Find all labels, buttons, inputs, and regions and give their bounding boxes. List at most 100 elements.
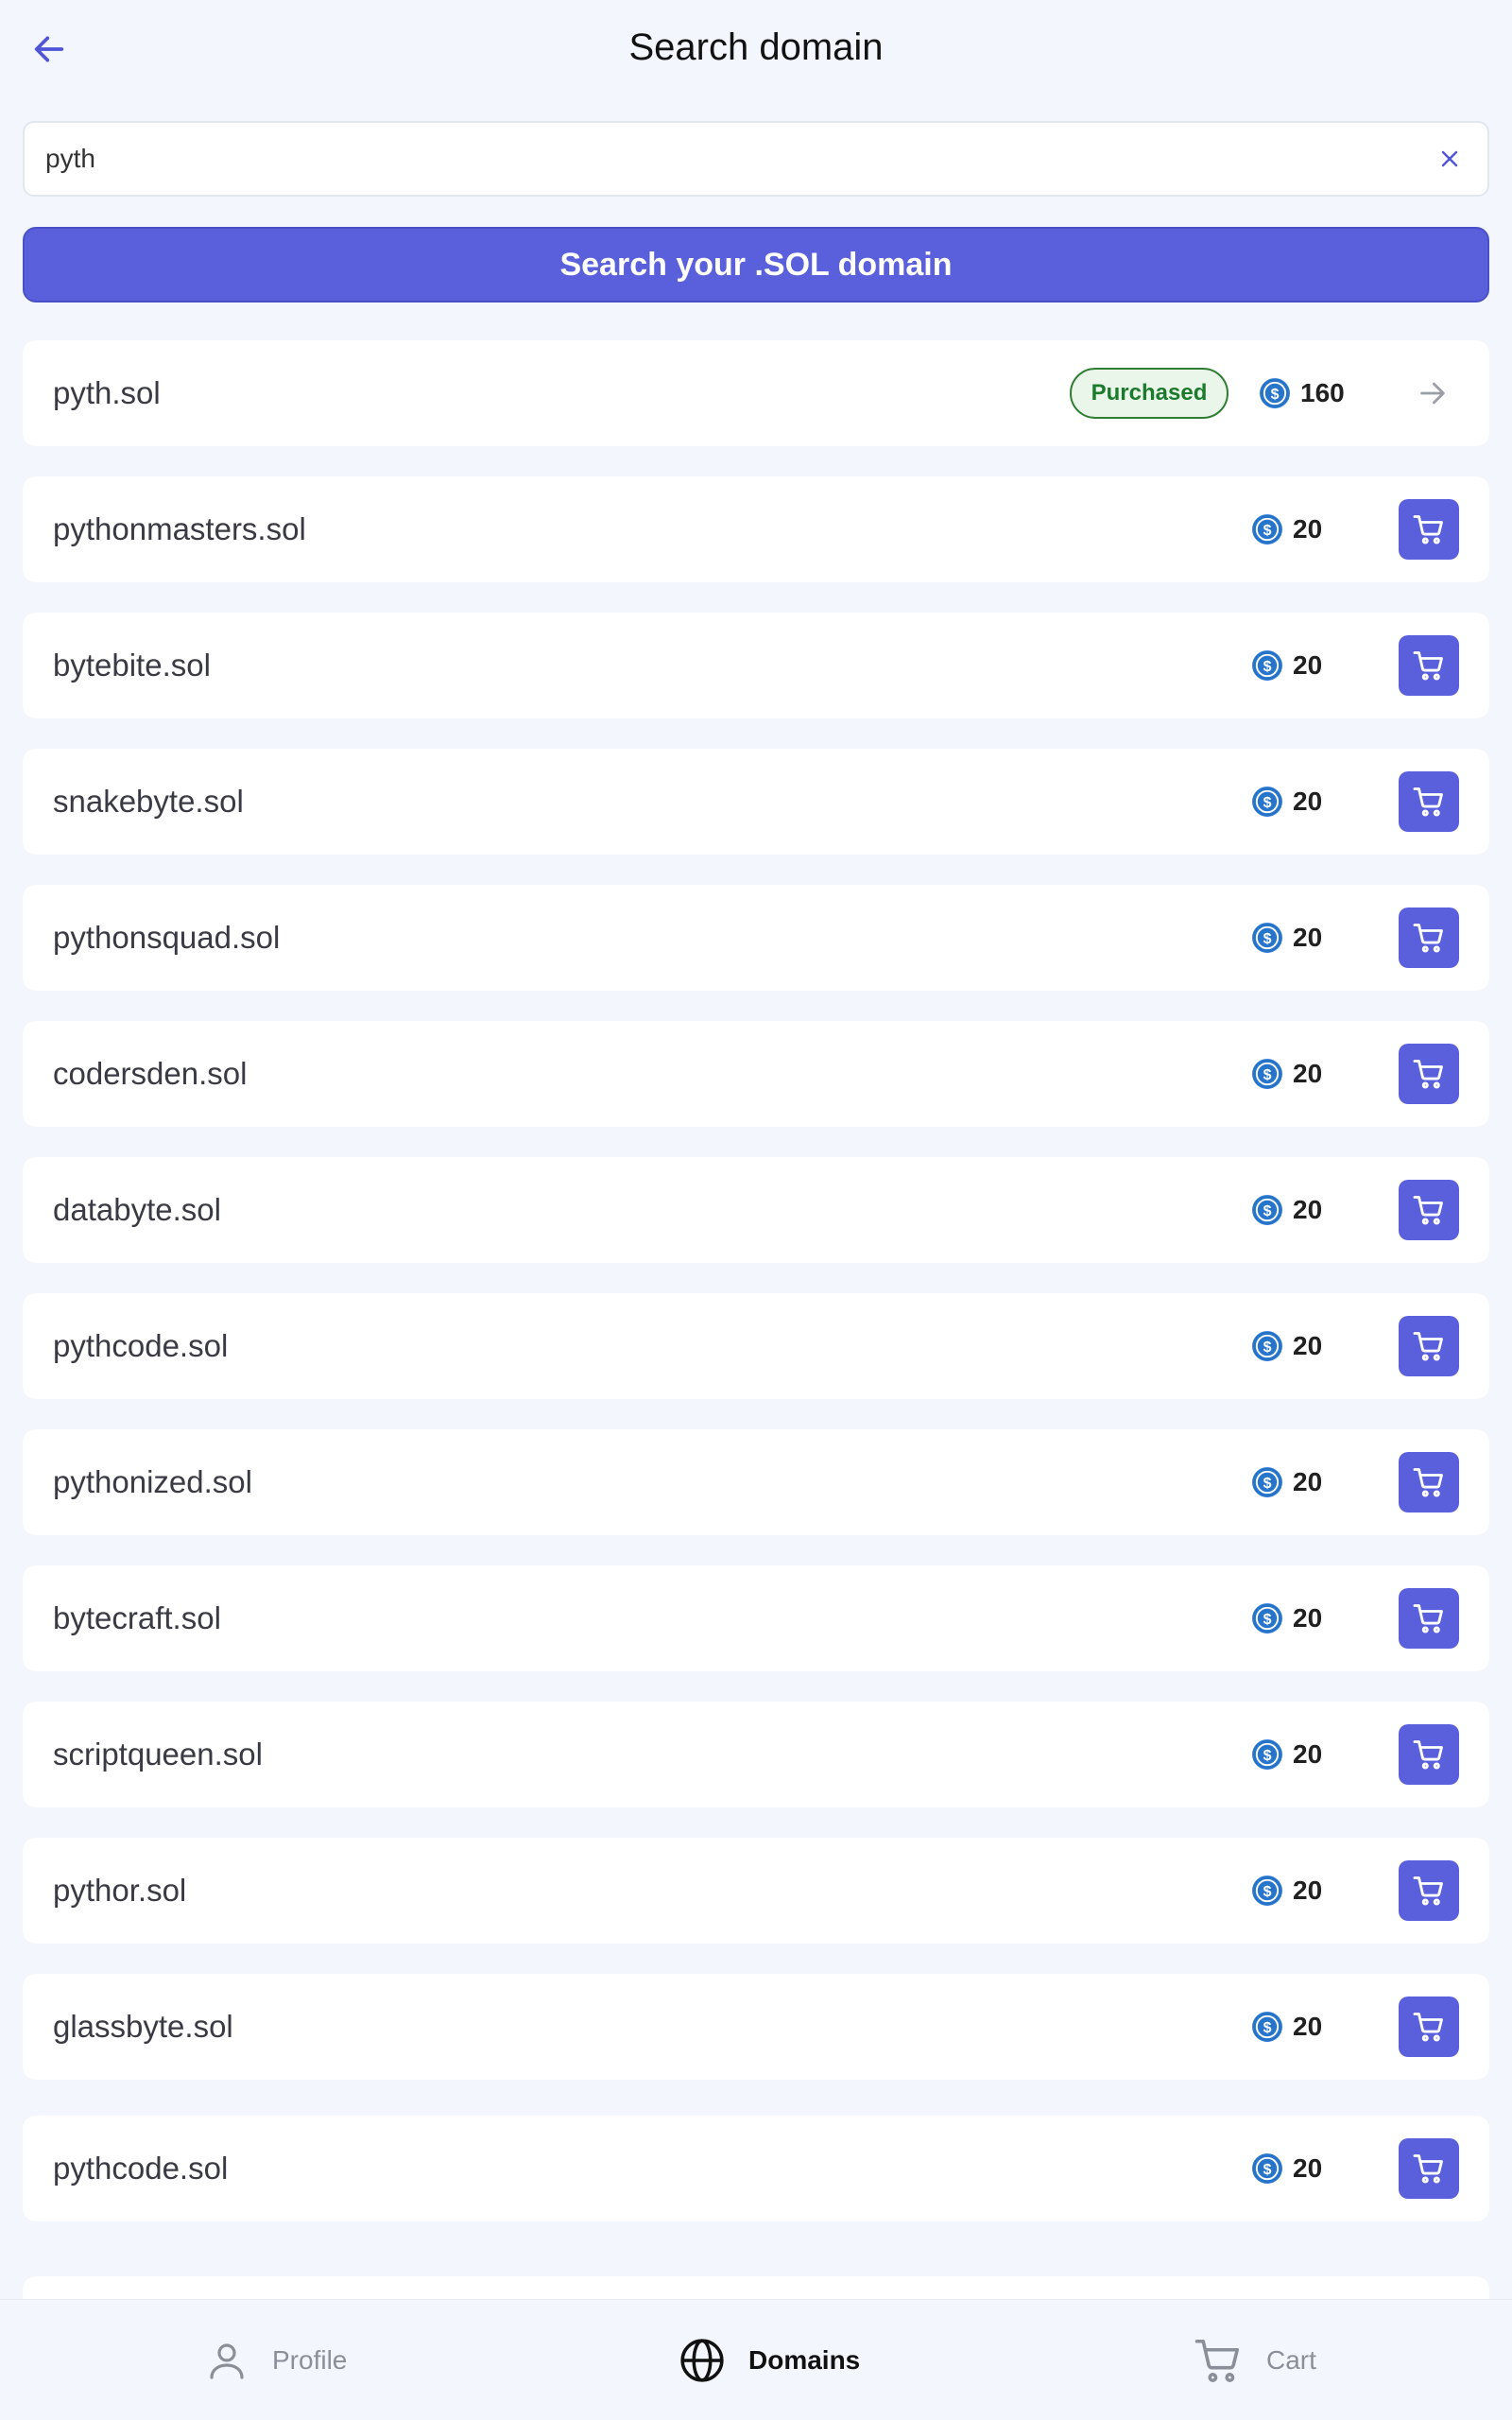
domain-name: pythcode.sol xyxy=(53,2151,229,2186)
usdc-coin-icon: $ xyxy=(1252,650,1282,681)
svg-text:$: $ xyxy=(1263,795,1272,811)
price-value: 20 xyxy=(1293,1059,1323,1088)
nav-cart-label: Cart xyxy=(1266,2345,1316,2375)
price-value: 20 xyxy=(1293,650,1323,680)
svg-text:$: $ xyxy=(1263,2020,1272,2036)
price-value: 20 xyxy=(1293,1467,1323,1496)
usdc-coin-icon: $ xyxy=(1252,514,1282,544)
add-to-cart-button[interactable] xyxy=(1399,1860,1459,1921)
open-domain-button[interactable] xyxy=(1410,371,1455,416)
domain-price: $20 xyxy=(1251,1598,1322,1639)
nav-domains[interactable]: Domains xyxy=(679,2300,860,2420)
domain-row[interactable]: snakebyte.sol $20 xyxy=(23,749,1489,855)
domain-row[interactable]: pyth.sol Purchased $160 xyxy=(23,340,1489,446)
domain-price: $20 xyxy=(1251,1325,1322,1367)
domain-row[interactable]: pythonsquad.sol $20 xyxy=(23,885,1489,991)
arrow-right-icon xyxy=(1420,382,1445,405)
nav-profile[interactable]: Profile xyxy=(204,2300,347,2420)
add-to-cart-button[interactable] xyxy=(1399,1452,1459,1512)
add-to-cart-button[interactable] xyxy=(1399,1996,1459,2057)
clear-search-button[interactable] xyxy=(1433,142,1467,176)
domain-row[interactable]: pythcode.sol $20 xyxy=(23,2116,1489,2221)
domain-name: pythonsquad.sol xyxy=(53,920,281,955)
price-value: 20 xyxy=(1293,923,1323,952)
domain-name: pythor.sol xyxy=(53,1873,187,1908)
add-to-cart-button[interactable] xyxy=(1399,2138,1459,2199)
cart-icon xyxy=(1413,1332,1443,1361)
usdc-coin-icon: $ xyxy=(1252,1739,1282,1770)
cart-icon xyxy=(1413,924,1443,953)
price-value: 20 xyxy=(1293,2153,1323,2183)
purchased-badge: Purchased xyxy=(1070,368,1228,419)
svg-text:$: $ xyxy=(1263,523,1272,539)
domain-price: $20 xyxy=(1251,645,1322,686)
bottom-navigation: Profile Domains Cart xyxy=(0,2299,1512,2420)
cart-icon xyxy=(1413,2013,1443,2042)
add-to-cart-button[interactable] xyxy=(1399,908,1459,968)
add-to-cart-button[interactable] xyxy=(1399,1316,1459,1376)
domain-row[interactable]: pythcode.sol $20 xyxy=(23,1293,1489,1399)
add-to-cart-button[interactable] xyxy=(1399,1588,1459,1649)
domain-row[interactable]: pythor.sol $20 xyxy=(23,1838,1489,1944)
nav-domains-label: Domains xyxy=(748,2345,861,2375)
add-to-cart-button[interactable] xyxy=(1399,499,1459,560)
price-value: 20 xyxy=(1293,1603,1323,1633)
domain-row[interactable]: glassbyte.sol $20 xyxy=(23,1974,1489,2080)
price-value: 20 xyxy=(1293,1876,1323,1905)
usdc-coin-icon: $ xyxy=(1252,2012,1282,2042)
svg-text:$: $ xyxy=(1263,1476,1272,1492)
search-domain-button[interactable]: Search your .SOL domain xyxy=(23,227,1489,302)
domain-row[interactable]: pythonmasters.sol $20 xyxy=(23,476,1489,582)
domain-name: databyte.sol xyxy=(53,1192,221,1227)
svg-text:$: $ xyxy=(1263,659,1272,675)
domain-row[interactable]: bytebite.sol $20 xyxy=(23,613,1489,718)
user-icon xyxy=(210,2343,244,2379)
price-value: 20 xyxy=(1293,786,1323,816)
add-to-cart-button[interactable] xyxy=(1399,1180,1459,1240)
svg-text:$: $ xyxy=(1263,1340,1272,1356)
search-field[interactable] xyxy=(23,121,1489,197)
add-to-cart-button[interactable] xyxy=(1399,635,1459,696)
price-value: 20 xyxy=(1293,1739,1323,1769)
search-input[interactable] xyxy=(45,123,1406,195)
cart-icon xyxy=(1413,787,1443,817)
domain-row[interactable]: databyte.sol $20 xyxy=(23,1157,1489,1263)
svg-text:$: $ xyxy=(1263,1884,1272,1900)
cart-icon xyxy=(1413,515,1443,544)
header: Search domain xyxy=(0,0,1512,104)
cart-icon xyxy=(1413,1060,1443,1089)
domain-row[interactable]: pythonized.sol $20 xyxy=(23,1429,1489,1535)
usdc-coin-icon: $ xyxy=(1252,1195,1282,1225)
price-value: 160 xyxy=(1300,378,1345,407)
domain-row[interactable]: scriptqueen.sol $20 xyxy=(23,1702,1489,1807)
price-value: 20 xyxy=(1293,2012,1323,2041)
usdc-coin-icon: $ xyxy=(1252,1331,1282,1361)
svg-text:$: $ xyxy=(1263,1067,1272,1083)
usdc-coin-icon: $ xyxy=(1260,378,1290,408)
domain-row[interactable]: codersden.sol $20 xyxy=(23,1021,1489,1127)
usdc-coin-icon: $ xyxy=(1252,1603,1282,1634)
search-domain-screen: Search domain Search your .SOL domain py… xyxy=(0,0,1512,2420)
domain-name: glassbyte.sol xyxy=(53,2009,233,2044)
price-value: 20 xyxy=(1293,1331,1323,1360)
domain-name: pythonmasters.sol xyxy=(53,511,306,546)
usdc-coin-icon: $ xyxy=(1252,923,1282,953)
nav-cart[interactable]: Cart xyxy=(1193,2300,1316,2420)
nav-profile-label: Profile xyxy=(272,2345,348,2375)
domain-row[interactable]: bytecraft.sol $20 xyxy=(23,1565,1489,1671)
usdc-coin-icon: $ xyxy=(1252,1467,1282,1497)
domain-name: bytebite.sol xyxy=(53,648,211,683)
price-value: 20 xyxy=(1293,514,1323,544)
add-to-cart-button[interactable] xyxy=(1399,771,1459,832)
cart-icon xyxy=(1413,1604,1443,1634)
close-icon xyxy=(1441,150,1458,167)
svg-text:$: $ xyxy=(1263,1612,1272,1628)
globe-icon xyxy=(680,2339,724,2382)
domain-name: pythcode.sol xyxy=(53,1328,229,1363)
usdc-coin-icon: $ xyxy=(1252,786,1282,817)
domain-price: $20 xyxy=(1251,1461,1322,1503)
add-to-cart-button[interactable] xyxy=(1399,1044,1459,1104)
page-title: Search domain xyxy=(628,26,884,68)
domain-price: $160 xyxy=(1259,372,1345,414)
add-to-cart-button[interactable] xyxy=(1399,1724,1459,1785)
